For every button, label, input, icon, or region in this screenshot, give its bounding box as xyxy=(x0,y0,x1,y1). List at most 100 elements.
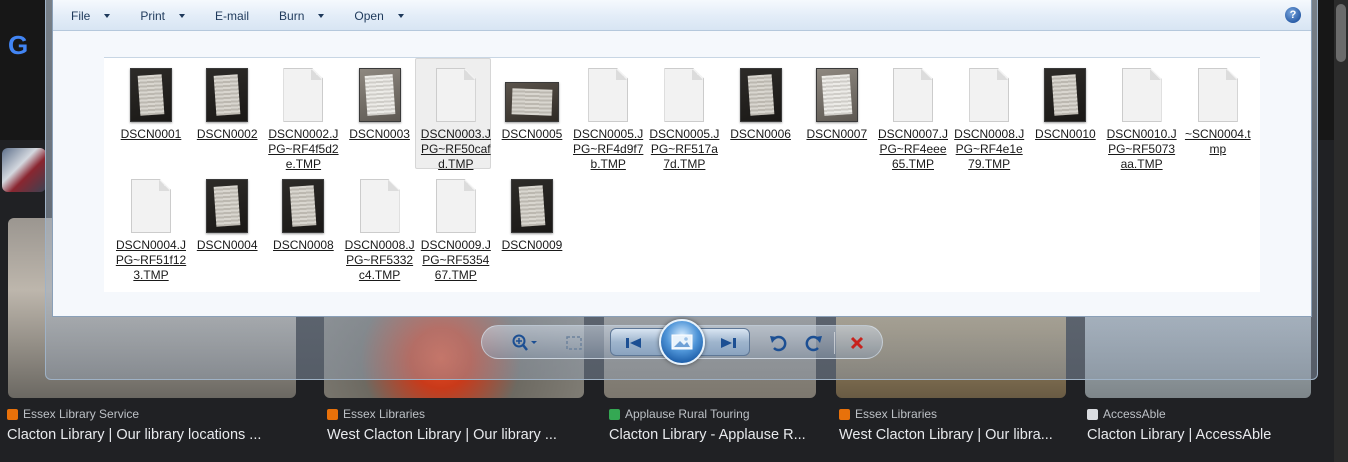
result-title[interactable]: West Clacton Library | Our libra... xyxy=(839,427,1053,443)
document-icon xyxy=(969,68,1010,122)
result-title[interactable]: Clacton Library - Applause R... xyxy=(609,427,806,443)
result-source-name: AccessAble xyxy=(1103,407,1166,421)
thumbnail-frame xyxy=(345,62,415,122)
previous-icon xyxy=(626,338,641,348)
file-item[interactable]: DSCN0003.JPG~RF50cafd.TMP xyxy=(414,58,492,172)
delete-icon xyxy=(850,336,864,350)
document-icon xyxy=(1197,68,1238,122)
file-item[interactable]: DSCN0005.JPG~RF4d9f7b.TMP xyxy=(572,62,644,172)
file-item[interactable]: DSCN0006 xyxy=(725,62,797,142)
file-item[interactable]: DSCN0004 xyxy=(191,173,263,253)
file-item[interactable]: DSCN0005 xyxy=(496,62,568,142)
file-item[interactable]: DSCN0008.JPG~RF4e1e79.TMP xyxy=(953,62,1025,172)
result-title[interactable]: Clacton Library | AccessAble xyxy=(1087,427,1271,443)
file-name: DSCN0010 xyxy=(1035,127,1096,141)
file-item[interactable]: DSCN0005.JPG~RF517a7d.TMP xyxy=(648,62,720,172)
file-name: DSCN0007.JPG~RF4eee65.TMP xyxy=(877,127,949,171)
favicon-icon xyxy=(7,408,18,420)
zoom-button[interactable] xyxy=(508,332,542,354)
photo-thumbnail xyxy=(358,68,401,122)
file-item[interactable]: DSCN0004.JPG~RF51f123.TMP xyxy=(115,173,187,283)
rotate-counterclockwise-button[interactable] xyxy=(766,332,792,354)
burn-menu-label: Burn xyxy=(279,8,305,23)
search-result[interactable]: Essex Library Service Clacton Library | O… xyxy=(7,406,261,443)
document-icon xyxy=(359,179,400,233)
burn-menu[interactable]: Burn xyxy=(279,8,325,23)
document-icon xyxy=(283,68,324,122)
thumbnail-frame xyxy=(1107,62,1177,122)
previous-button[interactable] xyxy=(621,332,647,354)
print-menu[interactable]: Print xyxy=(140,9,186,23)
menu-bar: File Print E-mail Burn Open ? xyxy=(53,0,1311,31)
search-result[interactable]: AccessAble Clacton Library | AccessAble xyxy=(1087,406,1271,443)
file-name: DSCN0001 xyxy=(120,127,182,141)
slideshow-icon xyxy=(671,334,693,350)
thumbnail-frame xyxy=(116,173,186,233)
file-item[interactable]: DSCN0002.JPG~RF4f5d2e.TMP xyxy=(267,62,339,172)
document-icon xyxy=(131,179,171,233)
result-source-name: Essex Libraries xyxy=(343,407,426,421)
file-item[interactable]: DSCN0009 xyxy=(496,173,568,253)
file-item[interactable]: DSCN0008.JPG~RF5332c4.TMP xyxy=(344,173,416,283)
next-button[interactable] xyxy=(715,332,741,354)
file-item[interactable]: DSCN0001 xyxy=(115,62,187,142)
actual-size-button[interactable] xyxy=(562,332,586,354)
email-label: E-mail xyxy=(215,8,250,23)
open-menu[interactable]: Open xyxy=(354,9,404,23)
toolbar-separator xyxy=(834,332,835,354)
thumbnail-frame xyxy=(726,62,796,122)
favicon-icon xyxy=(1087,408,1098,420)
file-item[interactable]: DSCN0002 xyxy=(191,62,263,142)
email-button[interactable]: E-mail xyxy=(215,9,249,23)
document-icon xyxy=(893,68,933,122)
file-name: DSCN0004.JPG~RF51f123.TMP xyxy=(115,238,187,282)
thumbnail-frame xyxy=(192,173,262,233)
scrollbar-thumb[interactable] xyxy=(1336,4,1346,62)
favicon-icon xyxy=(327,408,338,420)
delete-button[interactable] xyxy=(844,332,870,354)
chevron-down-icon xyxy=(104,13,111,18)
slideshow-button[interactable] xyxy=(659,319,705,365)
search-result[interactable]: Essex Libraries West Clacton Library | Ou… xyxy=(327,406,557,443)
photo-thumbnail xyxy=(282,179,325,233)
document-icon xyxy=(1121,68,1162,122)
result-source: Essex Libraries xyxy=(839,406,1053,422)
thumbnail-frame xyxy=(573,62,643,122)
file-item[interactable]: DSCN0007.JPG~RF4eee65.TMP xyxy=(877,62,949,172)
file-name: DSCN0003.JPG~RF50cafd.TMP xyxy=(420,127,491,171)
thumbnail-frame xyxy=(421,173,491,233)
result-source-name: Essex Library Service xyxy=(23,407,140,421)
rotate-clockwise-button[interactable] xyxy=(800,332,826,354)
small-image-thumbnail[interactable] xyxy=(2,148,46,192)
file-menu[interactable]: File xyxy=(71,9,111,23)
google-logo[interactable]: G xyxy=(8,30,28,61)
file-item[interactable]: DSCN0003 xyxy=(344,62,416,142)
file-item[interactable]: ~SCN0004.tmp xyxy=(1182,62,1254,157)
thumbnail-frame xyxy=(802,62,872,122)
result-source: Essex Library Service xyxy=(7,406,261,422)
file-item[interactable]: DSCN0010 xyxy=(1029,62,1101,142)
search-result[interactable]: Applause Rural Touring Clacton Library - … xyxy=(609,406,806,443)
next-icon xyxy=(721,338,736,348)
file-item[interactable]: DSCN0007 xyxy=(801,62,873,142)
file-item[interactable]: DSCN0010.JPG~RF5073aa.TMP xyxy=(1106,62,1178,172)
file-name: DSCN0002.JPG~RF4f5d2e.TMP xyxy=(268,127,339,171)
thumbnail-frame xyxy=(116,62,186,122)
result-title[interactable]: Clacton Library | Our library locations … xyxy=(7,427,261,443)
file-name: DSCN0003 xyxy=(349,127,410,141)
result-title[interactable]: West Clacton Library | Our library ... xyxy=(327,427,557,443)
file-name: DSCN0009.JPG~RF535467.TMP xyxy=(420,238,491,282)
page-scrollbar[interactable] xyxy=(1334,0,1348,462)
file-name: ~SCN0004.tmp xyxy=(1184,127,1251,156)
help-icon[interactable]: ? xyxy=(1285,7,1301,23)
search-result[interactable]: Essex Libraries West Clacton Library | Ou… xyxy=(839,406,1053,443)
file-item[interactable]: DSCN0009.JPG~RF535467.TMP xyxy=(420,173,492,283)
result-source: Applause Rural Touring xyxy=(609,406,806,422)
photo-viewer-window: File Print E-mail Burn Open ? DSCN0001 DS… xyxy=(45,0,1318,380)
file-name: DSCN0008 xyxy=(273,238,334,252)
result-source-name: Essex Libraries xyxy=(855,407,938,421)
thumbnail-frame xyxy=(268,62,338,122)
file-item[interactable]: DSCN0008 xyxy=(267,173,339,253)
photo-thumbnail xyxy=(206,68,249,122)
favicon-icon xyxy=(609,408,620,420)
